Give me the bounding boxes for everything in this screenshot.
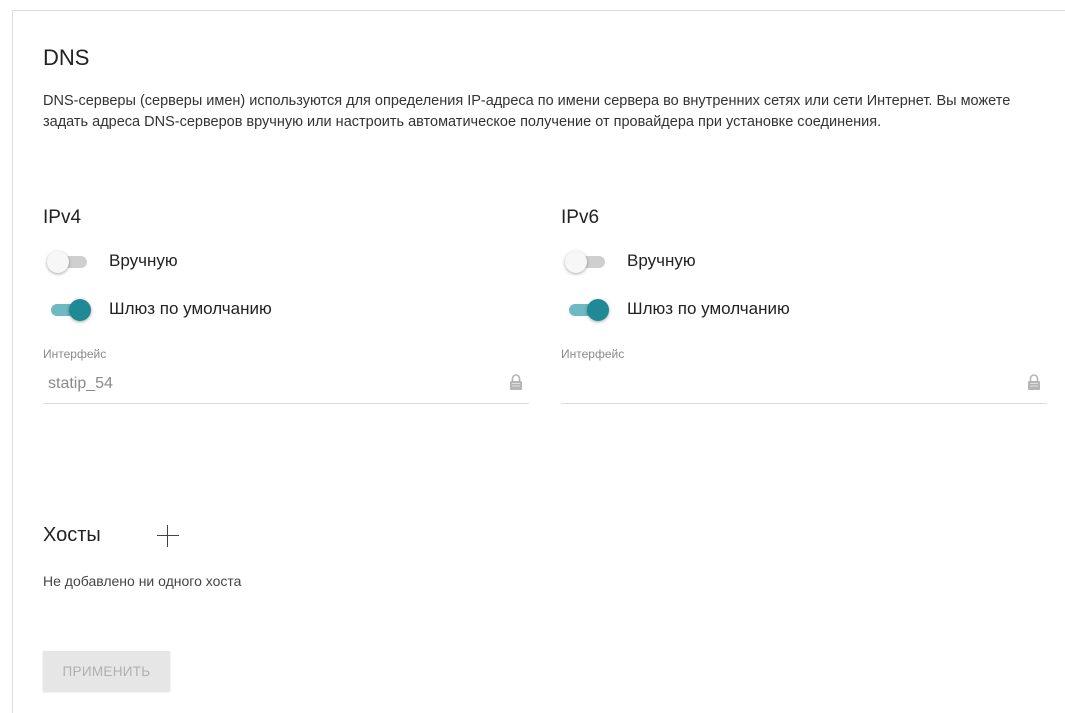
switch-thumb xyxy=(47,251,69,273)
switch-thumb xyxy=(587,299,609,321)
hosts-empty-text: Не добавлено ни одного хоста xyxy=(43,573,242,589)
lock-icon xyxy=(510,374,522,390)
ipv6-gateway-label: Шлюз по умолчанию xyxy=(627,299,790,318)
ipv4-manual-label: Вручную xyxy=(109,251,178,270)
ipv6-manual-label: Вручную xyxy=(627,251,696,270)
ipv6-manual-switch[interactable] xyxy=(565,251,609,273)
ipv4-interface-label: Интерфейс xyxy=(43,347,107,361)
page-title: DNS xyxy=(43,45,90,70)
ipv4-gateway-label: Шлюз по умолчанию xyxy=(109,299,272,318)
switch-thumb xyxy=(69,299,91,321)
lock-icon xyxy=(1028,374,1040,390)
ipv4-manual-row: Вручную xyxy=(43,241,529,281)
ipv6-interface-field: Интерфейс xyxy=(561,341,1047,405)
ipv6-interface-label: Интерфейс xyxy=(561,347,625,361)
ipv4-interface-value: statip_54 xyxy=(48,375,113,392)
field-underline xyxy=(561,403,1047,404)
plus-icon[interactable] xyxy=(156,524,179,547)
ipv6-section: IPv6 Вручную Шлюз по умолчанию Интерфейс xyxy=(561,207,1047,405)
ipv4-section: IPv4 Вручную Шлюз по умолчанию Интерфейс… xyxy=(43,207,529,405)
ipv4-title: IPv4 xyxy=(43,207,82,228)
ipv6-title: IPv6 xyxy=(561,207,600,228)
ipv4-gateway-switch[interactable] xyxy=(47,299,91,321)
page-description: DNS-серверы (серверы имен) используются … xyxy=(43,93,1011,130)
hosts-title: Хосты xyxy=(43,524,101,546)
field-underline xyxy=(43,403,529,404)
ipv4-gateway-row: Шлюз по умолчанию xyxy=(43,281,529,337)
ipv6-gateway-row: Шлюз по умолчанию xyxy=(561,281,1047,337)
ipv4-manual-switch[interactable] xyxy=(47,251,91,273)
ipv6-manual-row: Вручную xyxy=(561,241,1047,281)
dns-settings-card: DNS DNS-серверы (серверы имен) использую… xyxy=(12,10,1065,713)
ipv4-interface-field: Интерфейс statip_54 xyxy=(43,341,529,405)
ipv6-gateway-switch[interactable] xyxy=(565,299,609,321)
switch-thumb xyxy=(565,251,587,273)
apply-button[interactable]: ПРИМЕНИТЬ xyxy=(43,651,170,691)
hosts-header: Хосты xyxy=(43,524,179,547)
